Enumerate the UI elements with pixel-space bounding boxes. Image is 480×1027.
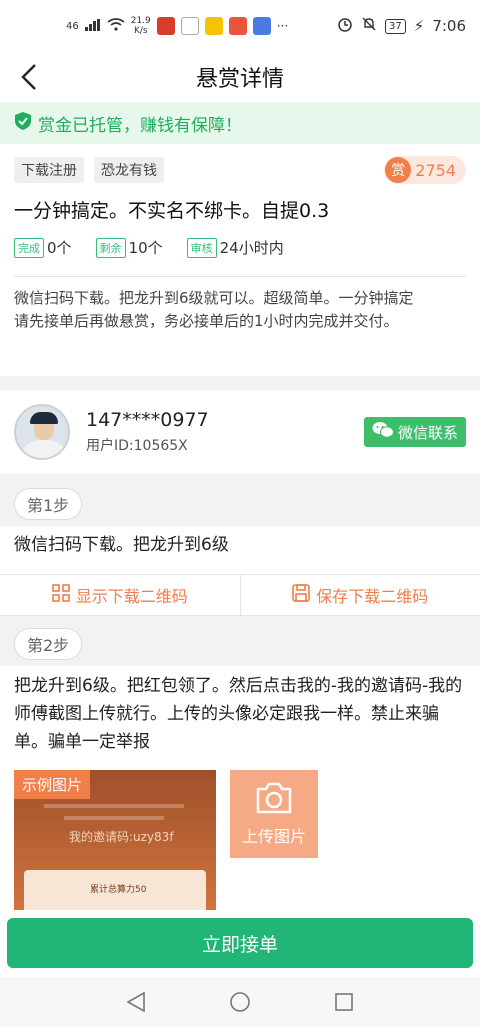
review-value: 24小时内: [219, 239, 284, 257]
task-title: 一分钟搞定。不实名不绑卡。自提0.3: [14, 200, 330, 222]
nav-recents-button[interactable]: [332, 990, 356, 1014]
publisher-phone: 147****0977: [86, 409, 209, 431]
back-button[interactable]: [12, 60, 46, 94]
guarantee-text: 赏金已托管，赚钱有保障！: [38, 115, 242, 136]
triangle-back-icon: [126, 991, 145, 1013]
avatar[interactable]: [14, 404, 70, 460]
example-invite-code: 我的邀请码:uzy83f: [69, 830, 174, 844]
wechat-contact-button[interactable]: 微信联系: [363, 417, 466, 447]
nav-back-button[interactable]: [124, 990, 148, 1014]
step-1-text: 微信扫码下载。把龙升到6级: [14, 535, 229, 555]
qr-code-icon: [51, 584, 70, 606]
page-header: 悬赏详情: [0, 52, 480, 102]
step-1-block: 微信扫码下载。把龙升到6级: [0, 526, 480, 574]
wechat-contact-label: 微信联系: [397, 423, 458, 442]
square-recents-icon: [335, 993, 353, 1011]
task-card: 下载注册 恐龙有钱 赏 2754 一分钟搞定。不实名不绑卡。自提0.3 完成 0个…: [0, 144, 480, 376]
page-title: 悬赏详情: [195, 67, 284, 92]
bottom-action-bar: 立即接单: [0, 910, 480, 977]
task-stats: 完成 0个 剩余 10个 审核 24小时内: [14, 237, 466, 258]
tag-category: 下载注册: [14, 157, 84, 183]
reward-badge: 赏 2754: [384, 156, 466, 184]
divider: [14, 276, 466, 277]
task-description: 微信扫码下载。把龙升到6级就可以。超级简单。一分钟搞定 请先接单后再做悬赏，务必…: [14, 289, 414, 330]
remaining-value: 10个: [128, 239, 163, 257]
wifi-icon: [107, 18, 125, 34]
alarm-icon: [337, 16, 353, 36]
done-badge: 完成: [14, 237, 44, 258]
app-notification-icon-4: [252, 17, 271, 35]
accept-task-button[interactable]: 立即接单: [7, 918, 473, 968]
circle-home-icon: [230, 992, 250, 1012]
review-badge: 审核: [186, 237, 217, 258]
example-card-text: 累计总算力50: [90, 885, 147, 895]
app-notification-icon: [156, 17, 175, 35]
tag-app: 恐龙有钱: [94, 157, 164, 183]
mute-icon: [361, 16, 377, 36]
nav-home-button[interactable]: [228, 990, 252, 1014]
charging-icon: ⚡: [413, 17, 425, 35]
show-qr-label: 显示下载二维码: [75, 587, 188, 606]
reward-icon: 赏: [385, 157, 412, 183]
publisher-card: 147****0977 用户ID:10565X 微信联系: [0, 390, 480, 474]
chevron-left-icon: [21, 64, 36, 90]
wechat-icon: [372, 421, 394, 443]
signal-bars-icon: [84, 18, 101, 34]
save-qr-label: 保存下载二维码: [316, 587, 429, 606]
step-1-label: 第1步: [14, 488, 83, 520]
guarantee-banner: 赏金已托管，赚钱有保障！: [0, 102, 480, 144]
example-image[interactable]: 我的邀请码:uzy83f 累计总算力50 示例图片: [14, 770, 216, 910]
remaining-badge: 剩余: [95, 237, 126, 258]
upload-image-label: 上传图片: [241, 827, 306, 846]
publisher-id: 用户ID:10565X: [86, 438, 188, 454]
battery-indicator: 37: [385, 18, 406, 34]
done-value: 0个: [47, 239, 72, 257]
more-notifications-icon: ···: [276, 19, 289, 33]
upload-image-button[interactable]: 上传图片: [230, 770, 318, 858]
reward-amount: 2754: [415, 160, 456, 180]
clock: 7:06: [432, 17, 466, 35]
app-notification-icon-3: [228, 17, 247, 35]
step-2-text: 把龙升到6级。把红包领了。然后点击我的-我的邀请码-我的师傅截图上传就行。上传的…: [14, 676, 463, 752]
step-2-label: 第2步: [14, 628, 83, 660]
app-notification-icon-2: [204, 17, 223, 35]
wechat-notification-icon: [180, 17, 199, 35]
status-bar: 46 21.9 K/s ··· 37 ⚡ 7:06: [0, 0, 480, 52]
step-2-images: 我的邀请码:uzy83f 累计总算力50 示例图片 上传图片: [14, 770, 318, 910]
qr-actions: 显示下载二维码 保存下载二维码: [0, 574, 480, 616]
show-qr-button[interactable]: 显示下载二维码: [0, 575, 240, 615]
save-icon: [292, 584, 311, 606]
camera-icon: [254, 781, 294, 819]
signal-indicator: 46: [66, 20, 79, 32]
network-speed: 21.9 K/s: [130, 16, 151, 36]
save-qr-button[interactable]: 保存下载二维码: [239, 575, 480, 615]
shield-check-icon: [14, 111, 32, 136]
example-image-tag: 示例图片: [14, 770, 91, 799]
system-nav-bar: [0, 977, 480, 1027]
